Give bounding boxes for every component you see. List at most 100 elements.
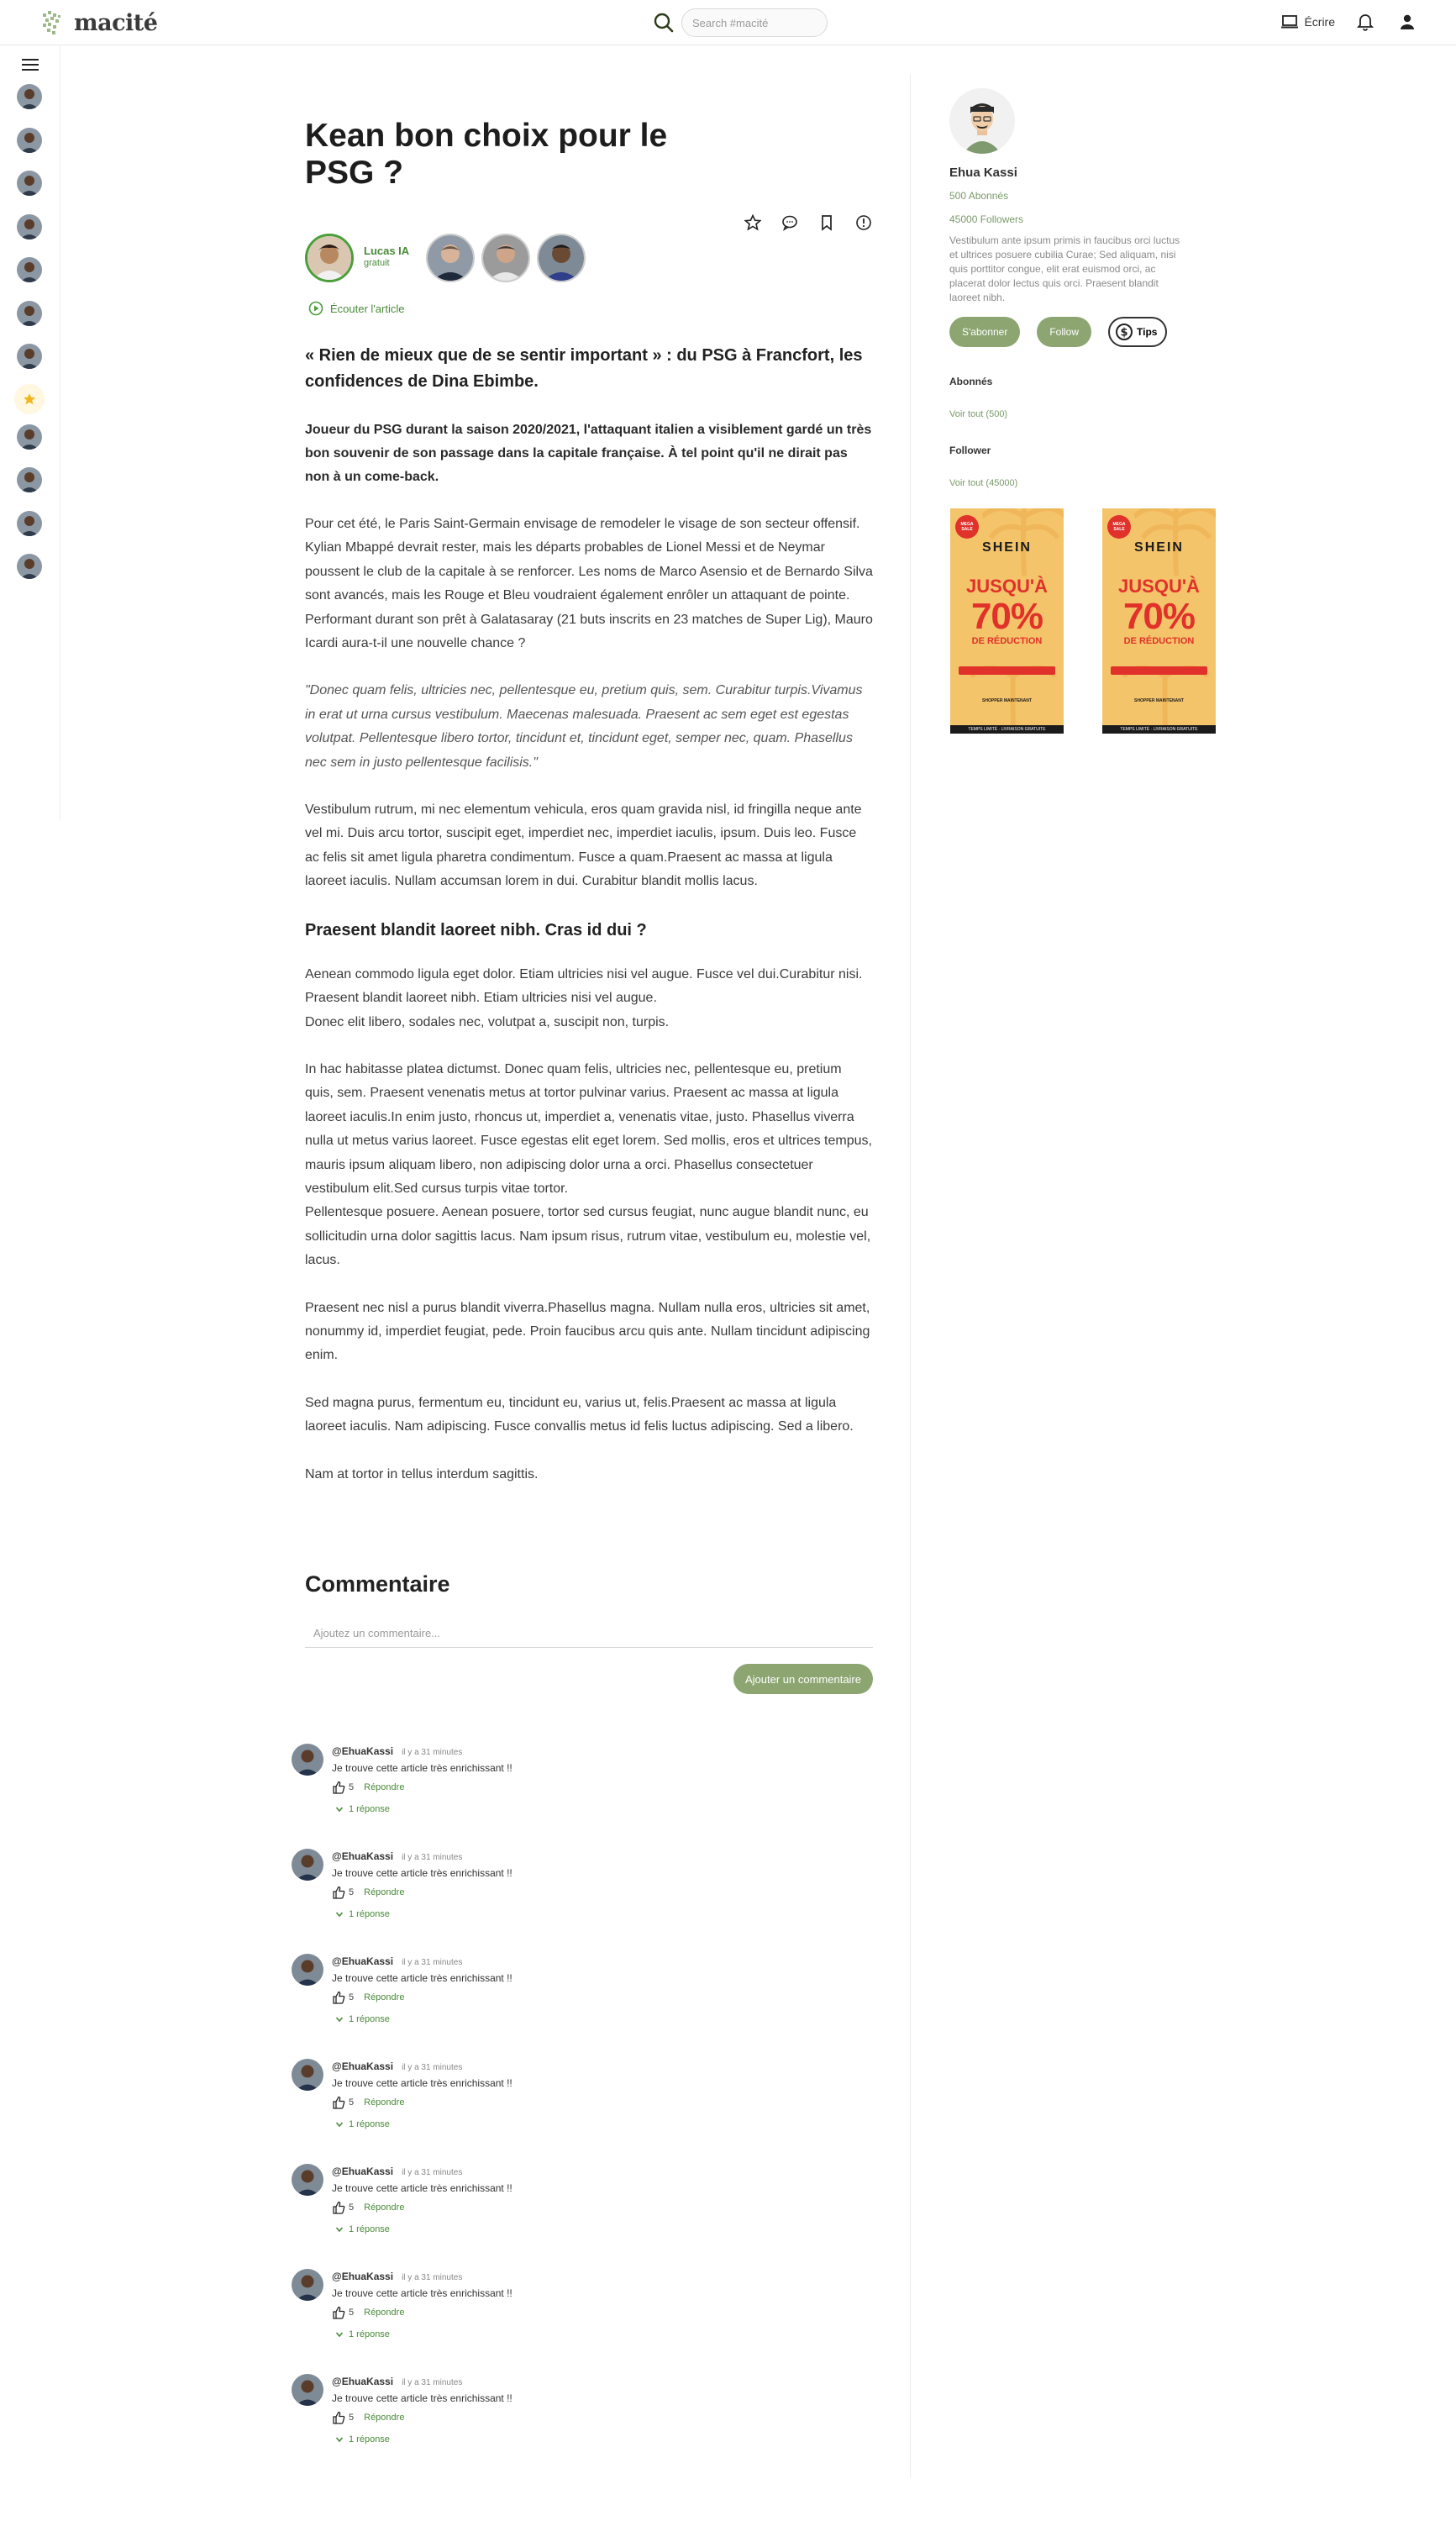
- reply-button[interactable]: Répondre: [364, 2413, 404, 2423]
- comment-avatar[interactable]: [292, 2374, 323, 2406]
- write-button[interactable]: Écrire: [1280, 14, 1335, 29]
- reply-button[interactable]: Répondre: [364, 1782, 404, 1792]
- favorites-star-icon[interactable]: [14, 384, 45, 414]
- author-row: Lucas IA gratuit: [305, 234, 873, 284]
- ad-cta: SHOPPER MAINTENANT: [1134, 698, 1184, 703]
- rail-avatar[interactable]: [17, 84, 42, 109]
- rail-avatar[interactable]: [17, 344, 42, 369]
- like-button[interactable]: 5: [332, 2306, 354, 2319]
- comment-time: il y a 31 minutes: [402, 2063, 463, 2072]
- comment-username[interactable]: @EhuaKassi: [332, 2376, 393, 2387]
- reply-button[interactable]: Répondre: [364, 2097, 404, 2108]
- show-replies-toggle[interactable]: 1 réponse: [335, 1909, 390, 1919]
- subscribers-see-all-link[interactable]: Voir tout (500): [949, 409, 1201, 419]
- rail-avatar[interactable]: [17, 301, 42, 326]
- add-comment-button[interactable]: Ajouter un commentaire: [733, 1664, 873, 1694]
- hamburger-menu-icon[interactable]: [18, 53, 42, 76]
- comment-username[interactable]: @EhuaKassi: [332, 2271, 393, 2282]
- comment-username[interactable]: @EhuaKassi: [332, 1745, 393, 1757]
- rail-avatar[interactable]: [17, 214, 42, 239]
- like-button[interactable]: 5: [332, 2201, 354, 2214]
- like-button[interactable]: 5: [332, 1991, 354, 2004]
- article-paragraph-line: In hac habitasse platea dictumst. Donec …: [305, 1061, 872, 1196]
- comment-username[interactable]: @EhuaKassi: [332, 1850, 393, 1862]
- comment-text: Je trouve cette article très enrichissan…: [332, 2182, 512, 2194]
- like-button[interactable]: 5: [332, 2096, 354, 2109]
- followers-section-title: Follower: [949, 445, 991, 456]
- replies-count-label: 1 réponse: [349, 2224, 390, 2234]
- author-avatar[interactable]: [305, 234, 354, 282]
- comment-avatar[interactable]: [292, 1954, 323, 1986]
- thumbs-up-icon: [333, 2096, 345, 2109]
- comment-avatar[interactable]: [292, 2059, 323, 2091]
- rail-avatar[interactable]: [17, 424, 42, 450]
- comment-input[interactable]: [305, 1619, 873, 1648]
- like-button[interactable]: 5: [332, 2411, 354, 2424]
- bell-icon[interactable]: [1354, 10, 1377, 34]
- star-icon[interactable]: [744, 213, 762, 232]
- reply-button[interactable]: Répondre: [364, 2202, 404, 2213]
- ad-banner[interactable]: MEGA SALE SHEIN JUSQU'À 70% DE RÉDUCTION…: [1102, 508, 1216, 734]
- comment: @EhuaKassi il y a 31 minutes Je trouve c…: [292, 2374, 873, 2479]
- comment-username[interactable]: @EhuaKassi: [332, 2166, 393, 2177]
- search-icon[interactable]: [651, 10, 676, 35]
- ad-banner[interactable]: MEGA SALE SHEIN JUSQU'À 70% DE RÉDUCTION…: [950, 508, 1064, 734]
- show-replies-toggle[interactable]: 1 réponse: [335, 2119, 390, 2129]
- like-count: 5: [349, 2413, 355, 2423]
- coauthor-avatar[interactable]: [481, 234, 530, 282]
- comment-avatar[interactable]: [292, 2269, 323, 2301]
- article-paragraph-line: Donec elit libero, sodales nec, volutpat…: [305, 1014, 670, 1029]
- comment-avatar[interactable]: [292, 1849, 323, 1881]
- comment-icon[interactable]: [781, 213, 799, 232]
- coauthor-avatar[interactable]: [426, 234, 475, 282]
- replies-count-label: 1 réponse: [349, 1804, 390, 1814]
- ad-brand: SHEIN: [982, 540, 1032, 555]
- rail-avatar[interactable]: [17, 257, 42, 282]
- like-button[interactable]: 5: [332, 1781, 354, 1794]
- article-title: Kean bon choix pour le PSG ?: [305, 118, 668, 191]
- show-replies-toggle[interactable]: 1 réponse: [335, 2329, 390, 2339]
- thumbs-up-icon: [333, 2201, 345, 2214]
- rail-avatar[interactable]: [17, 128, 42, 153]
- article-quote: "Donec quam felis, ultricies nec, pellen…: [305, 683, 863, 770]
- comment-username[interactable]: @EhuaKassi: [332, 1955, 393, 1967]
- comment: @EhuaKassi il y a 31 minutes Je trouve c…: [292, 1744, 873, 1849]
- coauthor-avatar[interactable]: [537, 234, 586, 282]
- listen-article-button[interactable]: Écouter l'article: [308, 301, 404, 316]
- like-count: 5: [349, 1992, 355, 2002]
- comment-avatar[interactable]: [292, 1744, 323, 1776]
- comment: @EhuaKassi il y a 31 minutes Je trouve c…: [292, 2164, 873, 2269]
- info-icon[interactable]: [854, 213, 873, 232]
- like-button[interactable]: 5: [332, 1886, 354, 1899]
- profile-avatar[interactable]: [949, 88, 1015, 154]
- followers-see-all-link[interactable]: Voir tout (45000): [949, 478, 1201, 488]
- comment-text: Je trouve cette article très enrichissan…: [332, 1867, 512, 1879]
- follow-button[interactable]: Follow: [1037, 317, 1092, 347]
- rail-avatar[interactable]: [17, 171, 42, 196]
- comments-title: Commentaire: [305, 1571, 450, 1597]
- thumbs-up-icon: [333, 1991, 345, 2004]
- reply-button[interactable]: Répondre: [364, 1887, 404, 1897]
- rail-avatar[interactable]: [17, 511, 42, 536]
- comment-username[interactable]: @EhuaKassi: [332, 2060, 393, 2072]
- show-replies-toggle[interactable]: 1 réponse: [335, 2434, 390, 2444]
- show-replies-toggle[interactable]: 1 réponse: [335, 2224, 390, 2234]
- reply-button[interactable]: Répondre: [364, 2308, 404, 2318]
- bookmark-icon[interactable]: [817, 213, 836, 232]
- subscribe-button[interactable]: S'abonner: [949, 317, 1021, 347]
- show-replies-toggle[interactable]: 1 réponse: [335, 2014, 390, 2024]
- ad-subline: DE RÉDUCTION: [1123, 636, 1195, 646]
- search-input[interactable]: [681, 8, 828, 37]
- rail-avatar[interactable]: [17, 467, 42, 492]
- rail-avatar[interactable]: [17, 554, 42, 579]
- author-name[interactable]: Lucas IA: [364, 245, 409, 257]
- tips-button[interactable]: $ Tips: [1108, 317, 1168, 347]
- reply-button[interactable]: Répondre: [364, 1992, 404, 2002]
- show-replies-toggle[interactable]: 1 réponse: [335, 1804, 390, 1814]
- logo[interactable]: macité: [40, 8, 158, 37]
- user-icon[interactable]: [1396, 10, 1419, 34]
- comment-avatar[interactable]: [292, 2164, 323, 2196]
- listen-label: Écouter l'article: [330, 302, 405, 315]
- chevron-down-icon: [335, 2437, 344, 2443]
- article-paragraph: In hac habitasse platea dictumst. Donec …: [305, 1058, 873, 1273]
